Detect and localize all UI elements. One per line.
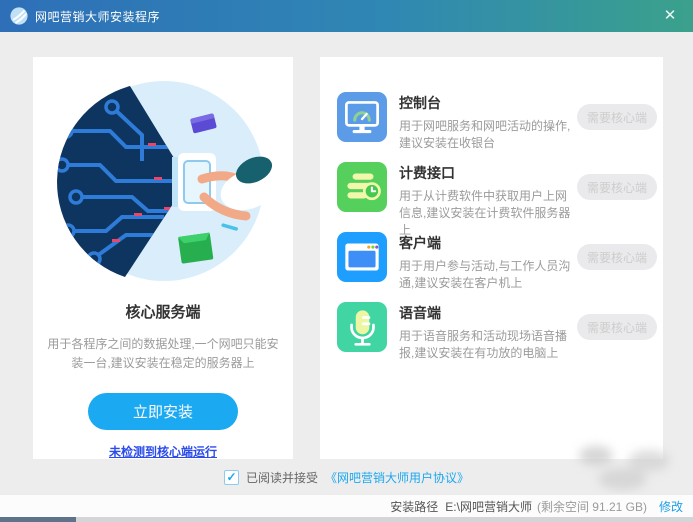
agreement-checkbox[interactable]: ✓ [223, 470, 239, 485]
component-row-billing: 计费接口 用于从计费软件中获取用户上网信息,建议安装在计费软件服务器上 需要核心… [337, 162, 658, 237]
footer-bar: 安装路径 E:\网吧营销大师 (剩余空间 91.21 GB) 修改 [0, 494, 693, 517]
core-server-panel: 核心服务端 用于各程序之间的数据处理,一个网吧只能安装一台,建议安装在稳定的服务… [33, 57, 293, 459]
client-browser-icon [337, 232, 387, 282]
component-title: 客户端 [399, 235, 441, 251]
close-icon[interactable]: ✕ [657, 3, 683, 29]
components-panel: 控制台 用于网吧服务和网吧活动的操作,建议安装在收银台 需要核心端 计费接口 用… [320, 57, 663, 459]
component-title: 计费接口 [399, 165, 455, 181]
component-title: 语音端 [399, 305, 441, 321]
agreement-link[interactable]: 《网吧营销大师用户协议》 [325, 469, 469, 486]
component-description: 用于网吧服务和网吧活动的操作,建议安装在收银台 [399, 119, 571, 150]
requires-core-badge[interactable]: 需要核心端 [577, 244, 658, 270]
core-status-link[interactable]: 未检测到核心端运行 [33, 443, 293, 460]
green-cube [178, 232, 214, 264]
window-bottom-edge-accent [0, 517, 76, 522]
component-title: 控制台 [399, 95, 441, 111]
component-row-voice: 语音端 用于语音服务和活动现场语音播报,建议安装在有功放的电脑上 需要核心端 [337, 302, 658, 364]
component-description: 用于语音服务和活动现场语音播报,建议安装在有功放的电脑上 [399, 329, 568, 360]
modify-path-link[interactable]: 修改 [659, 498, 683, 515]
component-description: 用于用户参与活动,与工作人员沟通,建议安装在客户机上 [399, 259, 571, 290]
component-row-client: 客户端 用于用户参与活动,与工作人员沟通,建议安装在客户机上 需要核心端 [337, 232, 658, 294]
installer-window: 网吧营销大师安装程序 ✕ 核心服务端 用于各程序之间的数据处理,一个网吧只能安装… [0, 0, 693, 522]
app-logo-icon [10, 7, 28, 25]
core-server-description: 用于各程序之间的数据处理,一个网吧只能安装一台,建议安装在稳定的服务器上 [47, 337, 279, 370]
install-path-label: 安装路径 [390, 499, 439, 514]
window-title: 网吧营销大师安装程序 [35, 9, 161, 24]
voice-microphone-icon [337, 302, 387, 352]
requires-core-badge[interactable]: 需要核心端 [577, 104, 658, 130]
console-monitor-gauge-icon [337, 92, 387, 142]
circuit-illustration [57, 81, 274, 281]
install-path-value: E:\网吧营销大师 [445, 499, 532, 514]
requires-core-badge[interactable]: 需要核心端 [577, 174, 658, 200]
requires-core-badge[interactable]: 需要核心端 [577, 314, 658, 340]
core-server-heading: 核心服务端 [125, 304, 201, 321]
window-bottom-edge [0, 517, 693, 522]
free-space-text: (剩余空间 91.21 GB) [536, 499, 647, 514]
component-row-console: 控制台 用于网吧服务和网吧活动的操作,建议安装在收银台 需要核心端 [337, 92, 658, 154]
install-now-button[interactable]: 立即安装 [88, 393, 238, 430]
agreement-label: 已阅读并接受 [245, 471, 318, 485]
checkmark-icon: ✓ [226, 470, 237, 484]
blurred-watermark [556, 440, 689, 492]
window-titlebar[interactable]: 网吧营销大师安装程序 ✕ [0, 0, 693, 32]
billing-list-clock-icon [337, 162, 387, 212]
